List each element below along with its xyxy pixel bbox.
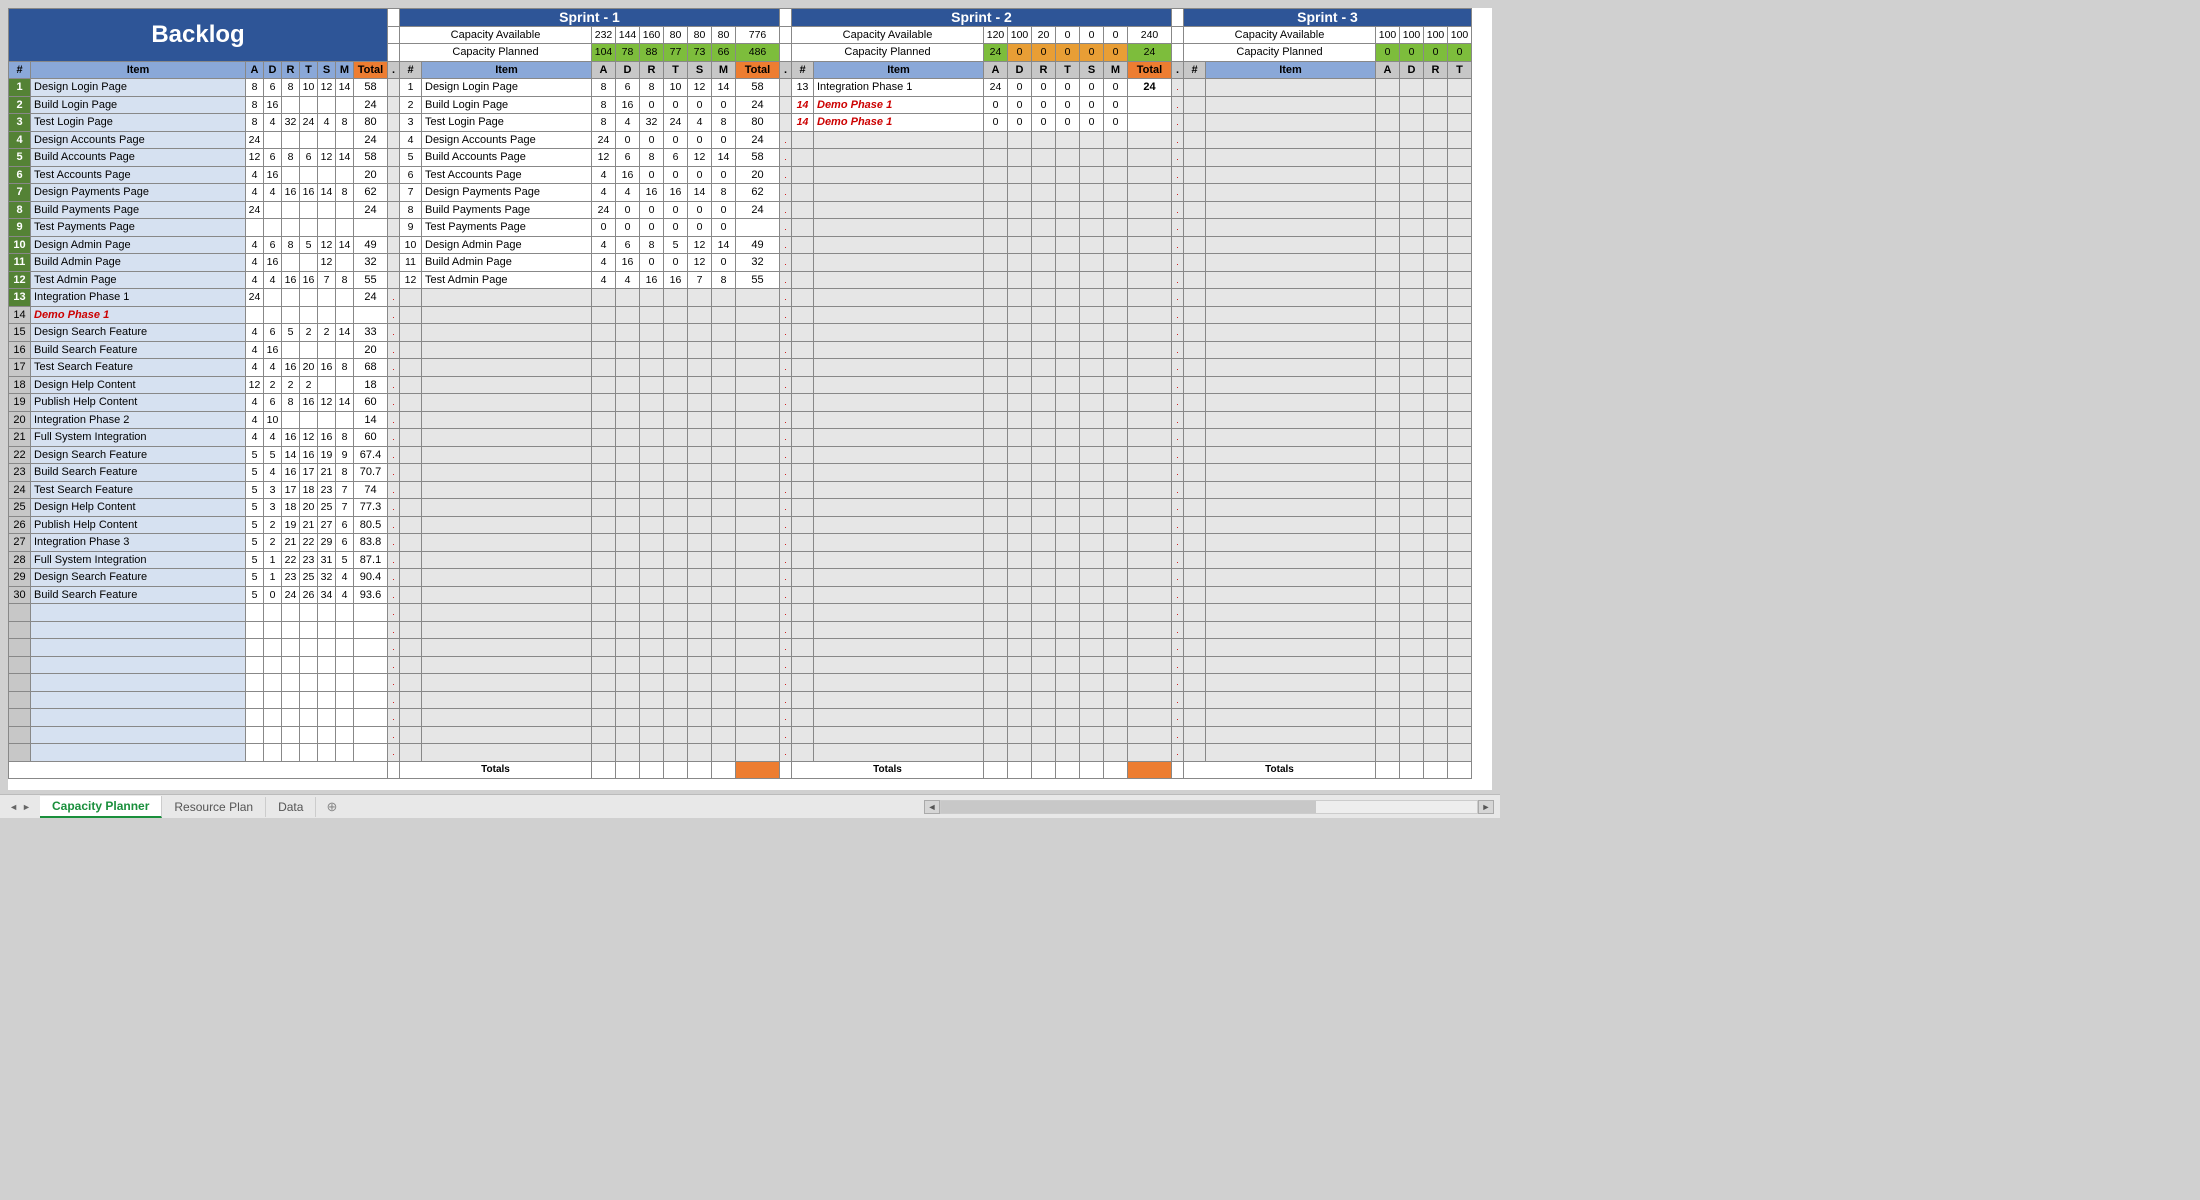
table-row[interactable]: 16Build Search Feature41620...: [9, 341, 1472, 359]
sheet-tabs-bar: ◄► Capacity Planner Resource Plan Data ⊕…: [0, 794, 1500, 818]
tab-capacity-planner[interactable]: Capacity Planner: [40, 796, 162, 818]
table-row[interactable]: 15Design Search Feature465221433...: [9, 324, 1472, 342]
table-row[interactable]: 20Integration Phase 241014...: [9, 411, 1472, 429]
tab-data[interactable]: Data: [266, 797, 316, 817]
table-row[interactable]: 6Test Accounts Page416206Test Accounts P…: [9, 166, 1472, 184]
table-row[interactable]: 24Test Search Feature53171823774...: [9, 481, 1472, 499]
table-row[interactable]: 30Build Search Feature50242634493.6...: [9, 586, 1472, 604]
table-row[interactable]: 7Design Payments Page441616148627Design …: [9, 184, 1472, 202]
add-sheet-button[interactable]: ⊕: [316, 796, 347, 818]
scroll-track[interactable]: [940, 800, 1478, 814]
table-row[interactable]: 3Test Login Page84322448803Test Login Pa…: [9, 114, 1472, 132]
table-row[interactable]: 29Design Search Feature51232532490.4...: [9, 569, 1472, 587]
table-row[interactable]: 5Build Accounts Page126861214585Build Ac…: [9, 149, 1472, 167]
tab-nav-arrows[interactable]: ◄►: [0, 802, 40, 812]
table-row[interactable]: ...: [9, 604, 1472, 622]
table-row[interactable]: 22Design Search Feature55141619967.4...: [9, 446, 1472, 464]
table-row[interactable]: 23Build Search Feature54161721870.7...: [9, 464, 1472, 482]
table-row[interactable]: 25Design Help Content53182025777.3...: [9, 499, 1472, 517]
table-row[interactable]: 28Full System Integration51222331587.1..…: [9, 551, 1472, 569]
table-row[interactable]: 17Test Search Feature44162016868...: [9, 359, 1472, 377]
table-row[interactable]: 27Integration Phase 352212229683.8...: [9, 534, 1472, 552]
table-row[interactable]: 18Design Help Content1222218...: [9, 376, 1472, 394]
table-row[interactable]: 19Publish Help Content46816121460...: [9, 394, 1472, 412]
scroll-left-button[interactable]: ◄: [924, 800, 940, 814]
table-row[interactable]: ...: [9, 691, 1472, 709]
table-row[interactable]: 21Full System Integration44161216860...: [9, 429, 1472, 447]
table-row[interactable]: 13Integration Phase 12424...: [9, 289, 1472, 307]
table-row[interactable]: 8Build Payments Page24248Build Payments …: [9, 201, 1472, 219]
table-row[interactable]: ...: [9, 709, 1472, 727]
table-row[interactable]: ...: [9, 726, 1472, 744]
scroll-thumb[interactable]: [941, 801, 1316, 813]
table-row[interactable]: ...: [9, 656, 1472, 674]
horizontal-scrollbar[interactable]: ◄ ►: [924, 799, 1494, 815]
table-row[interactable]: 26Publish Help Content52192127680.5...: [9, 516, 1472, 534]
scroll-right-button[interactable]: ►: [1478, 800, 1494, 814]
table-row[interactable]: 9Test Payments Page9Test Payments Page00…: [9, 219, 1472, 237]
table-row[interactable]: 10Design Admin Page468512144910Design Ad…: [9, 236, 1472, 254]
table-row[interactable]: 14Demo Phase 1...: [9, 306, 1472, 324]
table-row[interactable]: ...: [9, 639, 1472, 657]
table-row[interactable]: 4Design Accounts Page24244Design Account…: [9, 131, 1472, 149]
table-row[interactable]: ...: [9, 621, 1472, 639]
table-row[interactable]: 12Test Admin Page441616785512Test Admin …: [9, 271, 1472, 289]
tab-resource-plan[interactable]: Resource Plan: [162, 797, 266, 817]
table-row[interactable]: 1Design Login Page868101214581Design Log…: [9, 79, 1472, 97]
table-row[interactable]: 2Build Login Page816242Build Login Page8…: [9, 96, 1472, 114]
table-row[interactable]: ...: [9, 744, 1472, 762]
table-row[interactable]: ...: [9, 674, 1472, 692]
table-row[interactable]: 11Build Admin Page416123211Build Admin P…: [9, 254, 1472, 272]
spreadsheet-grid[interactable]: BacklogSprint - 1Sprint - 2Sprint - 3Cap…: [8, 8, 1492, 790]
